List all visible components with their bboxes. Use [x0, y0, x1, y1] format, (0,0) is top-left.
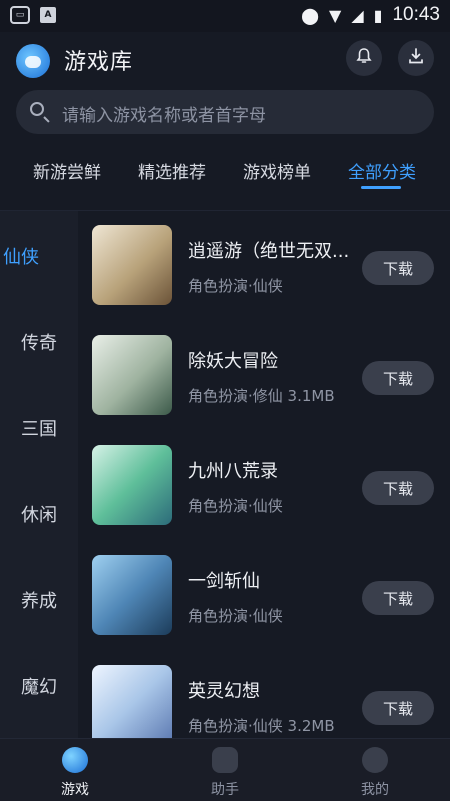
list-item[interactable]: 英灵幻想 角色扮演·仙侠 3.2MB 下载 — [78, 651, 450, 738]
wifi-icon: ▼ — [329, 5, 342, 25]
sidebar-item-nurture[interactable]: 养成 — [0, 587, 78, 613]
tab-all-categories[interactable]: 全部分类 — [348, 158, 416, 183]
game-thumbnail — [92, 225, 172, 305]
category-tabs: 新游尝鲜 精选推荐 游戏榜单 全部分类 — [0, 150, 450, 194]
game-thumbnail — [92, 665, 172, 738]
download-button[interactable]: 下载 — [362, 691, 434, 725]
gamepad-icon — [212, 747, 238, 773]
sidebar-item-fantasy[interactable]: 魔幻 — [0, 673, 78, 699]
status-left-icons: ▭ A — [10, 6, 56, 24]
download-icon — [407, 47, 425, 69]
search-icon — [30, 102, 44, 116]
sidebar-item-xianxia[interactable]: 仙侠 — [0, 243, 60, 269]
sidebar-item-casual[interactable]: 休闲 — [0, 501, 78, 527]
game-meta: 角色扮演·仙侠 — [188, 277, 283, 295]
download-button[interactable]: 下载 — [362, 471, 434, 505]
status-right-icons: ⬤ ▼ ◢ ▮ 10:43 — [301, 4, 440, 26]
game-meta: 角色扮演·仙侠 — [188, 497, 283, 515]
nav-label: 游戏 — [61, 782, 89, 798]
game-list: 逍遥游（绝世无双... 角色扮演·仙侠 下载 除妖大冒险 角色扮演·修仙 3.1… — [78, 211, 450, 738]
tab-rankings[interactable]: 游戏榜单 — [243, 158, 311, 183]
a-notification-icon: A — [40, 7, 56, 23]
search-bar[interactable]: 请输入游戏名称或者首字母 — [16, 90, 434, 134]
game-controller-icon: ▭ — [10, 6, 30, 24]
list-item[interactable]: 九州八荒录 角色扮演·仙侠 下载 — [78, 431, 450, 541]
bottom-navigation: 游戏 助手 我的 — [0, 738, 450, 801]
search-input[interactable]: 请输入游戏名称或者首字母 — [62, 101, 266, 126]
game-meta: 角色扮演·修仙 3.1MB — [188, 387, 335, 405]
list-item[interactable]: 一剑斩仙 角色扮演·仙侠 下载 — [78, 541, 450, 651]
battery-icon: ▮ — [373, 5, 383, 25]
user-icon — [362, 747, 388, 773]
game-name: 除妖大冒险 — [188, 351, 278, 372]
planet-icon — [62, 747, 88, 773]
game-name: 英灵幻想 — [188, 681, 260, 702]
list-item[interactable]: 除妖大冒险 角色扮演·修仙 3.1MB 下载 — [78, 321, 450, 431]
list-item[interactable]: 逍遥游（绝世无双... 角色扮演·仙侠 下载 — [78, 211, 450, 321]
active-tab-indicator — [361, 186, 401, 189]
download-button[interactable]: 下载 — [362, 251, 434, 285]
download-button[interactable]: 下载 — [362, 361, 434, 395]
nav-label: 助手 — [211, 782, 239, 798]
downloads-button[interactable] — [398, 40, 434, 76]
sidebar-item-chuanqi[interactable]: 传奇 — [0, 329, 78, 355]
bell-icon — [355, 47, 373, 69]
location-icon: ⬤ — [301, 5, 320, 25]
tab-new-games[interactable]: 新游尝鲜 — [33, 158, 101, 183]
status-time: 10:43 — [392, 4, 440, 25]
game-meta: 角色扮演·仙侠 — [188, 607, 283, 625]
game-thumbnail — [92, 555, 172, 635]
nav-profile[interactable]: 我的 — [335, 747, 415, 799]
nav-label: 我的 — [361, 782, 389, 798]
game-name: 一剑斩仙 — [188, 571, 260, 592]
category-sidebar: 仙侠 传奇 三国 休闲 养成 魔幻 — [0, 211, 78, 738]
sidebar-item-sanguo[interactable]: 三国 — [0, 415, 78, 441]
status-bar: ▭ A ⬤ ▼ ◢ ▮ 10:43 — [0, 0, 450, 32]
app-header: 游戏库 — [0, 32, 450, 84]
nav-games[interactable]: 游戏 — [35, 747, 115, 799]
tab-featured[interactable]: 精选推荐 — [138, 158, 206, 183]
nav-assistant[interactable]: 助手 — [185, 747, 265, 799]
game-name: 逍遥游（绝世无双... — [188, 241, 350, 262]
notifications-button[interactable] — [346, 40, 382, 76]
game-thumbnail — [92, 335, 172, 415]
signal-icon: ◢ — [351, 5, 364, 25]
game-name: 九州八荒录 — [188, 461, 278, 482]
app-logo — [16, 44, 50, 78]
page-title: 游戏库 — [64, 50, 134, 75]
game-thumbnail — [92, 445, 172, 525]
game-meta: 角色扮演·仙侠 3.2MB — [188, 717, 335, 735]
download-button[interactable]: 下载 — [362, 581, 434, 615]
